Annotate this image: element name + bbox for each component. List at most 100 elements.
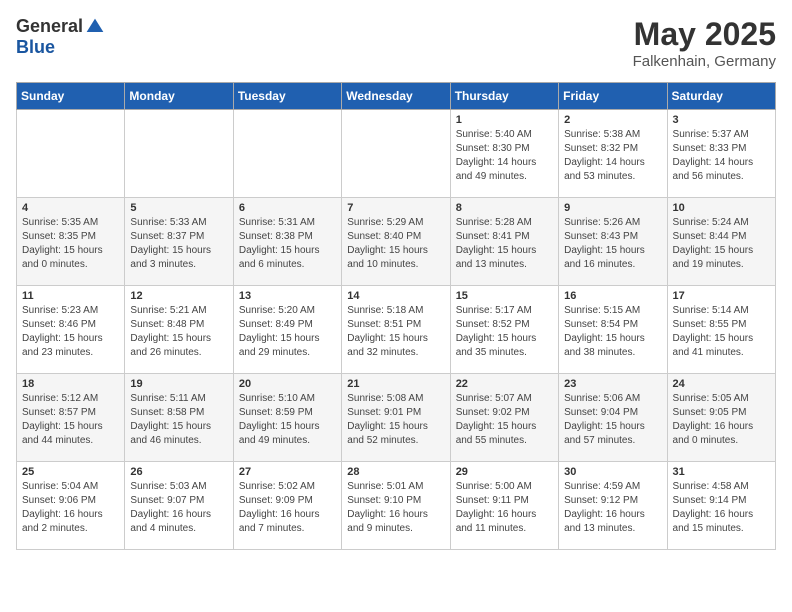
calendar-cell: 19 Sunrise: 5:11 AM Sunset: 8:58 PM Dayli… (125, 374, 233, 462)
calendar-header-monday: Monday (125, 83, 233, 110)
day-info: Sunrise: 5:29 AM Sunset: 8:40 PM Dayligh… (347, 216, 444, 272)
day-number: 12 (130, 290, 227, 302)
calendar-header-saturday: Saturday (667, 83, 775, 110)
day-number: 18 (22, 378, 119, 390)
calendar-header-thursday: Thursday (450, 83, 558, 110)
calendar-week-row: 11 Sunrise: 5:23 AM Sunset: 8:46 PM Dayli… (17, 286, 776, 374)
day-number: 19 (130, 378, 227, 390)
calendar-cell: 14 Sunrise: 5:18 AM Sunset: 8:51 PM Dayli… (342, 286, 450, 374)
day-number: 11 (22, 290, 119, 302)
calendar-cell: 23 Sunrise: 5:06 AM Sunset: 9:04 PM Dayli… (559, 374, 667, 462)
day-number: 6 (239, 202, 336, 214)
calendar-cell: 21 Sunrise: 5:08 AM Sunset: 9:01 PM Dayli… (342, 374, 450, 462)
day-number: 24 (673, 378, 770, 390)
location: Falkenhain, Germany (633, 53, 776, 70)
day-info: Sunrise: 5:23 AM Sunset: 8:46 PM Dayligh… (22, 304, 119, 360)
calendar-cell: 24Sunrise: 5:05 AM Sunset: 9:05 PM Dayli… (667, 374, 775, 462)
day-number: 31 (673, 466, 770, 478)
day-number: 30 (564, 466, 661, 478)
day-number: 21 (347, 378, 444, 390)
day-number: 28 (347, 466, 444, 478)
calendar-cell: 6 Sunrise: 5:31 AM Sunset: 8:38 PM Daylig… (233, 198, 341, 286)
day-number: 10 (673, 202, 770, 214)
calendar-cell: 12 Sunrise: 5:21 AM Sunset: 8:48 PM Dayli… (125, 286, 233, 374)
day-info: Sunrise: 5:06 AM Sunset: 9:04 PM Dayligh… (564, 392, 661, 448)
day-info: Sunrise: 5:10 AM Sunset: 8:59 PM Dayligh… (239, 392, 336, 448)
day-number: 25 (22, 466, 119, 478)
day-info: Sunrise: 5:24 AM Sunset: 8:44 PM Dayligh… (673, 216, 770, 272)
calendar-week-row: 18Sunrise: 5:12 AM Sunset: 8:57 PM Dayli… (17, 374, 776, 462)
day-info: Sunrise: 5:03 AM Sunset: 9:07 PM Dayligh… (130, 480, 227, 536)
day-number: 4 (22, 202, 119, 214)
calendar-week-row: 25 Sunrise: 5:04 AM Sunset: 9:06 PM Dayli… (17, 462, 776, 550)
day-info: Sunrise: 5:18 AM Sunset: 8:51 PM Dayligh… (347, 304, 444, 360)
day-info: Sunrise: 5:15 AM Sunset: 8:54 PM Dayligh… (564, 304, 661, 360)
calendar-cell: 20 Sunrise: 5:10 AM Sunset: 8:59 PM Dayli… (233, 374, 341, 462)
day-number: 22 (456, 378, 553, 390)
day-number: 9 (564, 202, 661, 214)
calendar-header-friday: Friday (559, 83, 667, 110)
day-info: Sunrise: 5:37 AM Sunset: 8:33 PM Dayligh… (673, 128, 770, 184)
day-number: 16 (564, 290, 661, 302)
calendar-cell (233, 110, 341, 198)
calendar-cell: 17 Sunrise: 5:14 AM Sunset: 8:55 PM Dayli… (667, 286, 775, 374)
day-number: 23 (564, 378, 661, 390)
calendar-cell (17, 110, 125, 198)
day-number: 2 (564, 114, 661, 126)
day-number: 1 (456, 114, 553, 126)
calendar-cell: 1 Sunrise: 5:40 AM Sunset: 8:30 PM Daylig… (450, 110, 558, 198)
calendar-cell: 26 Sunrise: 5:03 AM Sunset: 9:07 PM Dayli… (125, 462, 233, 550)
day-number: 5 (130, 202, 227, 214)
calendar-cell: 5 Sunrise: 5:33 AM Sunset: 8:37 PM Daylig… (125, 198, 233, 286)
calendar-cell: 10 Sunrise: 5:24 AM Sunset: 8:44 PM Dayli… (667, 198, 775, 286)
day-info: Sunrise: 5:21 AM Sunset: 8:48 PM Dayligh… (130, 304, 227, 360)
day-info: Sunrise: 5:26 AM Sunset: 8:43 PM Dayligh… (564, 216, 661, 272)
calendar-cell: 9 Sunrise: 5:26 AM Sunset: 8:43 PM Daylig… (559, 198, 667, 286)
calendar-cell: 31Sunrise: 4:58 AM Sunset: 9:14 PM Dayli… (667, 462, 775, 550)
day-number: 14 (347, 290, 444, 302)
calendar-cell: 28 Sunrise: 5:01 AM Sunset: 9:10 PM Dayli… (342, 462, 450, 550)
calendar-cell: 3 Sunrise: 5:37 AM Sunset: 8:33 PM Daylig… (667, 110, 775, 198)
logo-icon (85, 17, 105, 37)
calendar-cell (342, 110, 450, 198)
day-info: Sunrise: 5:04 AM Sunset: 9:06 PM Dayligh… (22, 480, 119, 536)
day-info: Sunrise: 5:40 AM Sunset: 8:30 PM Dayligh… (456, 128, 553, 184)
day-info: Sunrise: 5:11 AM Sunset: 8:58 PM Dayligh… (130, 392, 227, 448)
day-number: 20 (239, 378, 336, 390)
day-info: Sunrise: 5:31 AM Sunset: 8:38 PM Dayligh… (239, 216, 336, 272)
calendar-header-wednesday: Wednesday (342, 83, 450, 110)
page-header: General Blue May 2025 Falkenhain, German… (16, 16, 776, 70)
day-info: Sunrise: 4:59 AM Sunset: 9:12 PM Dayligh… (564, 480, 661, 536)
logo-general-text: General (16, 16, 83, 37)
calendar-week-row: 1 Sunrise: 5:40 AM Sunset: 8:30 PM Daylig… (17, 110, 776, 198)
day-info: Sunrise: 5:08 AM Sunset: 9:01 PM Dayligh… (347, 392, 444, 448)
day-number: 3 (673, 114, 770, 126)
day-number: 26 (130, 466, 227, 478)
logo-blue-text: Blue (16, 37, 55, 58)
title-area: May 2025 Falkenhain, Germany (633, 16, 776, 70)
day-info: Sunrise: 5:35 AM Sunset: 8:35 PM Dayligh… (22, 216, 119, 272)
day-info: Sunrise: 5:14 AM Sunset: 8:55 PM Dayligh… (673, 304, 770, 360)
day-number: 8 (456, 202, 553, 214)
day-info: Sunrise: 5:01 AM Sunset: 9:10 PM Dayligh… (347, 480, 444, 536)
calendar-cell: 8Sunrise: 5:28 AM Sunset: 8:41 PM Daylig… (450, 198, 558, 286)
calendar-cell: 15 Sunrise: 5:17 AM Sunset: 8:52 PM Dayli… (450, 286, 558, 374)
calendar-cell: 22 Sunrise: 5:07 AM Sunset: 9:02 PM Dayli… (450, 374, 558, 462)
calendar-cell: 11 Sunrise: 5:23 AM Sunset: 8:46 PM Dayli… (17, 286, 125, 374)
day-number: 7 (347, 202, 444, 214)
day-number: 27 (239, 466, 336, 478)
calendar-cell: 29Sunrise: 5:00 AM Sunset: 9:11 PM Dayli… (450, 462, 558, 550)
day-info: Sunrise: 5:38 AM Sunset: 8:32 PM Dayligh… (564, 128, 661, 184)
day-info: Sunrise: 5:07 AM Sunset: 9:02 PM Dayligh… (456, 392, 553, 448)
calendar-week-row: 4 Sunrise: 5:35 AM Sunset: 8:35 PM Daylig… (17, 198, 776, 286)
calendar-cell: 25 Sunrise: 5:04 AM Sunset: 9:06 PM Dayli… (17, 462, 125, 550)
calendar-table: SundayMondayTuesdayWednesdayThursdayFrid… (16, 82, 776, 550)
day-info: Sunrise: 5:33 AM Sunset: 8:37 PM Dayligh… (130, 216, 227, 272)
day-number: 15 (456, 290, 553, 302)
day-number: 13 (239, 290, 336, 302)
day-info: Sunrise: 5:17 AM Sunset: 8:52 PM Dayligh… (456, 304, 553, 360)
day-number: 17 (673, 290, 770, 302)
calendar-cell: 13Sunrise: 5:20 AM Sunset: 8:49 PM Dayli… (233, 286, 341, 374)
day-info: Sunrise: 5:00 AM Sunset: 9:11 PM Dayligh… (456, 480, 553, 536)
month-title: May 2025 (633, 16, 776, 53)
